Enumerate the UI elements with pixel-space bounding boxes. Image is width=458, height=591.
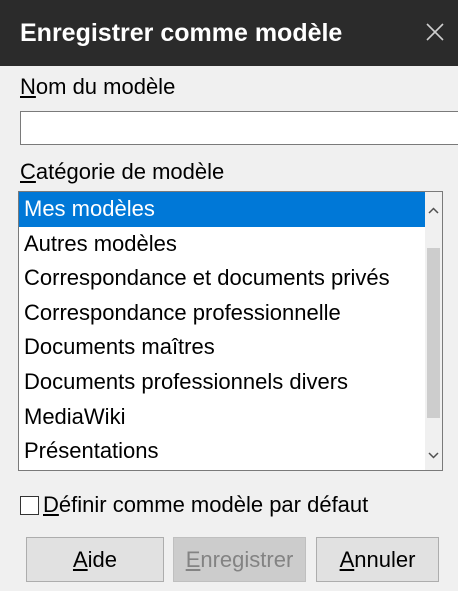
scroll-down-button[interactable] (425, 447, 442, 464)
set-default-label-text: éfinir comme modèle par défaut (58, 492, 369, 517)
category-item[interactable]: Correspondance et documents privés (19, 261, 426, 296)
set-default-label: Définir comme modèle par défaut (43, 491, 368, 519)
set-default-label-mnemonic: D (43, 492, 59, 517)
save-button-mnemonic: E (185, 546, 201, 572)
close-button[interactable] (418, 12, 452, 52)
set-default-option[interactable]: Définir comme modèle par défaut (20, 491, 368, 519)
category-list: Mes modèles Autres modèles Correspondance … (19, 192, 426, 470)
cancel-button-text: nnuler (354, 546, 416, 572)
template-name-label-text: om du modèle (35, 74, 176, 99)
chevron-up-icon (428, 207, 439, 214)
help-button-text: ide (87, 546, 118, 572)
template-category-label-text: atégorie de modèle (35, 159, 225, 184)
template-category-label-mnemonic: C (20, 159, 36, 184)
listbox-scrollbar[interactable] (425, 192, 442, 470)
title-bar: Enregistrer comme modèle (0, 0, 458, 66)
scroll-up-button[interactable] (425, 202, 442, 219)
cancel-button[interactable]: Annuler (316, 537, 439, 582)
category-item[interactable]: Documents maîtres (19, 330, 426, 365)
chevron-down-icon (428, 452, 439, 459)
template-name-label-mnemonic: N (20, 74, 36, 99)
template-name-label: Nom du modèle (20, 73, 175, 101)
category-item[interactable]: Mes modèles (19, 192, 426, 227)
template-category-listbox[interactable]: Mes modèles Autres modèles Correspondance … (18, 191, 443, 471)
cancel-button-mnemonic: A (339, 546, 355, 572)
help-button[interactable]: Aide (26, 537, 164, 582)
dialog-title: Enregistrer comme modèle (20, 19, 343, 47)
scroll-thumb[interactable] (427, 248, 440, 418)
save-as-template-dialog: Enregistrer comme modèle Nom du modèle C… (0, 0, 458, 591)
category-item[interactable]: MediaWiki (19, 400, 426, 435)
category-item[interactable]: Documents professionnels divers (19, 365, 426, 400)
category-item[interactable]: Correspondance professionnelle (19, 296, 426, 331)
template-name-input[interactable] (20, 111, 458, 145)
set-default-checkbox[interactable] (20, 495, 39, 515)
help-button-mnemonic: A (72, 546, 88, 572)
close-icon (426, 23, 444, 41)
save-button-text: nregistrer (200, 546, 294, 572)
category-item[interactable]: Présentations (19, 434, 426, 469)
template-category-label: Catégorie de modèle (20, 158, 224, 186)
save-button[interactable]: Enregistrer (173, 537, 306, 582)
category-item[interactable]: Autres modèles (19, 227, 426, 262)
